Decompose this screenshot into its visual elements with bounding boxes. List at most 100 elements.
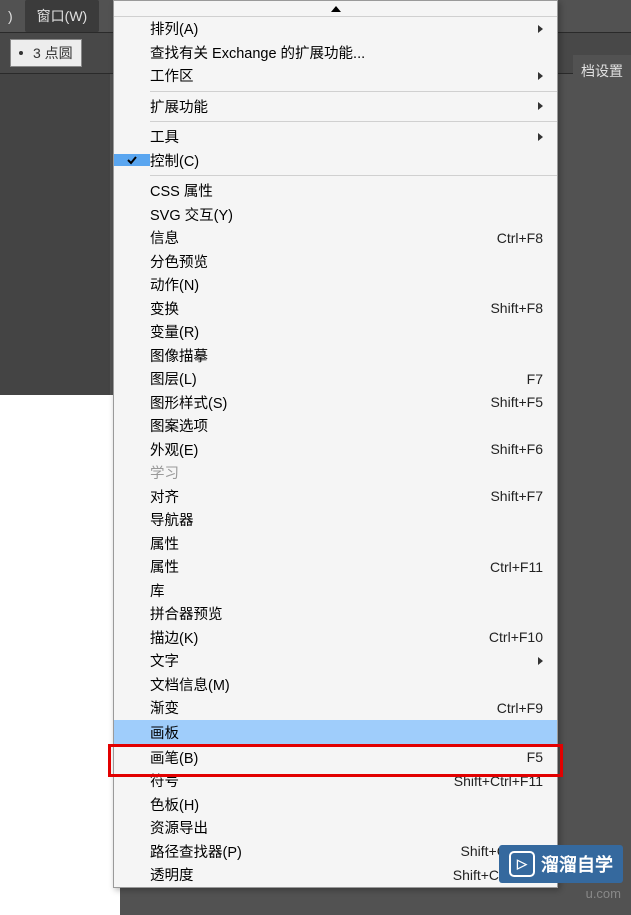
menu-label: 属性 [150,533,543,554]
menu-item-transparency[interactable]: 透明度 Shift+Ctrl+F10 [114,863,557,887]
toolbar-point-circle[interactable]: 3 点圆 [10,39,82,67]
menu-label: 学习 [150,462,543,483]
menu-label: 图形样式(S) [150,392,490,413]
menu-label: 库 [150,580,543,601]
menu-label: 分色预览 [150,251,543,272]
menu-item-type[interactable]: 文字 [114,649,557,673]
canvas-area[interactable] [0,395,120,915]
arrow-up-icon [331,6,341,12]
menu-item-doc-info[interactable]: 文档信息(M) [114,673,557,697]
watermark-text: 溜溜自学 [541,851,613,877]
menu-item-arrange[interactable]: 排列(A) [114,17,557,41]
menu-item-workspace[interactable]: 工作区 [114,64,557,88]
menu-label: 变换 [150,298,490,319]
menu-item-sep-preview[interactable]: 分色预览 [114,250,557,274]
menu-item-extensions[interactable]: 扩展功能 [114,95,557,119]
menu-item-svg-interact[interactable]: SVG 交互(Y) [114,203,557,227]
menu-item-stroke[interactable]: 描边(K) Ctrl+F10 [114,626,557,650]
menu-label: 文档信息(M) [150,674,543,695]
menu-item-variables[interactable]: 变量(R) [114,320,557,344]
menu-shortcut: Ctrl+F11 [490,559,543,575]
menu-item-transform[interactable]: 变换 Shift+F8 [114,297,557,321]
menu-shortcut: Ctrl+F9 [497,700,543,716]
menu-item-pathfinder[interactable]: 路径查找器(P) Shift+Ctrl+F9 [114,840,557,864]
doc-settings-button[interactable]: 档设置 [573,55,631,87]
menu-label: 变量(R) [150,321,543,342]
menu-item-swatches[interactable]: 色板(H) [114,793,557,817]
menu-label: 扩展功能 [150,96,525,117]
menu-label: 查找有关 Exchange 的扩展功能... [150,42,543,63]
menu-shortcut: Shift+F6 [490,441,543,457]
menu-item-brushes[interactable]: 画笔(B) F5 [114,746,557,770]
menu-label: 资源导出 [150,817,543,838]
menu-item-navigator[interactable]: 导航器 [114,508,557,532]
menu-label: SVG 交互(Y) [150,204,543,225]
play-icon: ▷ [509,851,535,877]
menu-label: 色板(H) [150,794,543,815]
menu-shortcut: Shift+F5 [490,394,543,410]
menu-item-artboards[interactable]: 画板 [114,720,557,746]
menu-item-library[interactable]: 库 [114,579,557,603]
menu-label: 动作(N) [150,274,543,295]
menu-item-exchange[interactable]: 查找有关 Exchange 的扩展功能... [114,41,557,65]
menu-item-graphic-styles[interactable]: 图形样式(S) Shift+F5 [114,391,557,415]
menu-item-css-props[interactable]: CSS 属性 [114,179,557,203]
menu-label: 图像描摹 [150,345,543,366]
menu-item-properties[interactable]: 属性 Ctrl+F11 [114,555,557,579]
menu-item-actions[interactable]: 动作(N) [114,273,557,297]
window-dropdown-menu: 排列(A) 查找有关 Exchange 的扩展功能... 工作区 扩展功能 工具… [113,0,558,888]
menu-item-control[interactable]: 控制(C) [114,149,557,173]
watermark-logo: ▷ 溜溜自学 [499,845,623,883]
menu-item-flattener[interactable]: 拼合器预览 [114,602,557,626]
menu-label: CSS 属性 [150,180,543,201]
menu-label: 透明度 [150,864,453,885]
menu-window[interactable]: 窗口(W) [25,0,100,32]
menu-shortcut: F5 [527,749,543,765]
menu-item-align[interactable]: 对齐 Shift+F7 [114,485,557,509]
menu-item-asset-export[interactable]: 资源导出 [114,816,557,840]
menu-label: 外观(E) [150,439,490,460]
chevron-right-icon [538,72,543,80]
bullet-icon [19,51,23,55]
menu-scroll-up[interactable] [114,1,557,17]
menu-label: 描边(K) [150,627,489,648]
menu-item-gradient[interactable]: 渐变 Ctrl+F9 [114,696,557,720]
menu-label: 文字 [150,650,525,671]
menu-label: 工具 [150,126,525,147]
menu-label: 排列(A) [150,18,525,39]
menu-label: 工作区 [150,65,525,86]
menu-label: 符号 [150,770,454,791]
menu-label: 画笔(B) [150,747,527,768]
menu-label: 路径查找器(P) [150,841,461,862]
menu-item-attributes[interactable]: 属性 [114,532,557,556]
menu-shortcut: Ctrl+F8 [497,230,543,246]
menu-item-learn: 学习 [114,461,557,485]
chevron-right-icon [538,25,543,33]
menu-shortcut: Ctrl+F10 [489,629,543,645]
check-icon [126,154,138,166]
menu-shortcut: F7 [527,371,543,387]
menu-shortcut: Shift+F8 [490,300,543,316]
chevron-right-icon [538,102,543,110]
menu-item-appearance[interactable]: 外观(E) Shift+F6 [114,438,557,462]
menu-label: 画板 [150,722,543,743]
menu-label: 对齐 [150,486,490,507]
menu-item-info[interactable]: 信息 Ctrl+F8 [114,226,557,250]
menu-item-image-trace[interactable]: 图像描摹 [114,344,557,368]
menu-separator [150,91,557,92]
menu-label: 图层(L) [150,368,527,389]
toolbar-label: 3 点圆 [33,43,73,63]
menu-shortcut: Shift+F7 [490,488,543,504]
menubar-fragment: ) [0,8,21,24]
menu-item-tools[interactable]: 工具 [114,125,557,149]
menu-label: 渐变 [150,697,497,718]
menu-label: 属性 [150,556,490,577]
menu-item-pattern-options[interactable]: 图案选项 [114,414,557,438]
menu-shortcut: Shift+Ctrl+F11 [454,773,543,789]
menu-label: 信息 [150,227,497,248]
menu-item-layers[interactable]: 图层(L) F7 [114,367,557,391]
watermark-subtext: u.com [586,886,621,901]
menu-item-symbols[interactable]: 符号 Shift+Ctrl+F11 [114,769,557,793]
menu-label: 控制(C) [150,150,543,171]
chevron-right-icon [538,133,543,141]
